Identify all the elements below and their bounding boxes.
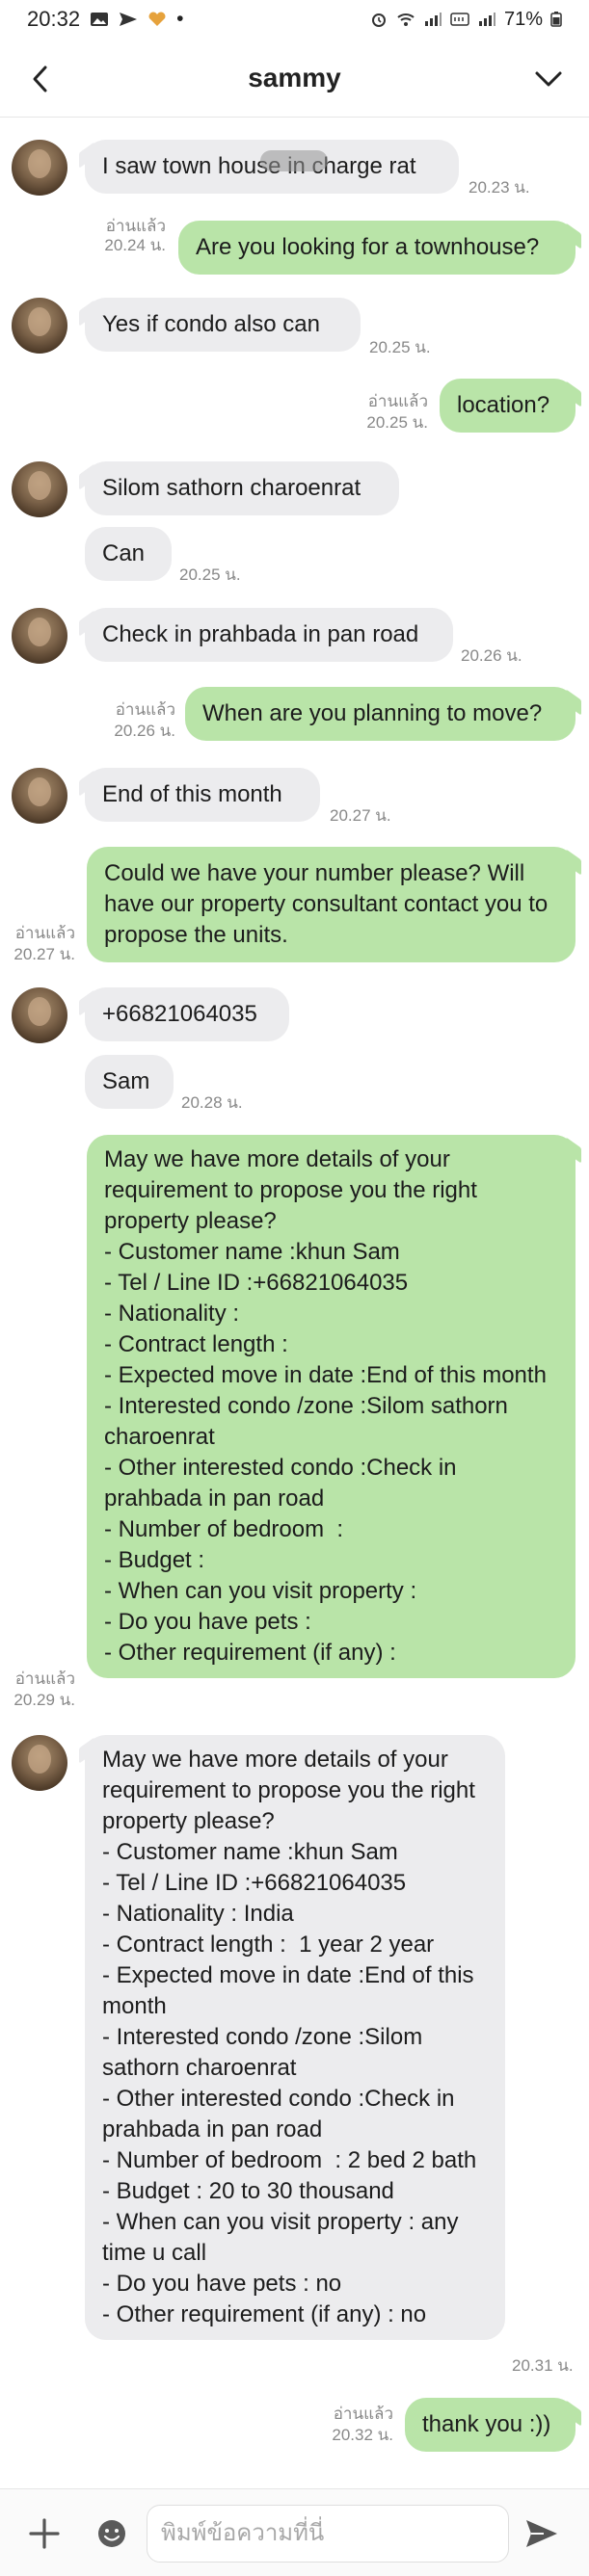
message-input-bar <box>0 2488 589 2576</box>
message-list[interactable]: I saw town house in charge rat 20.23 น. … <box>0 118 589 2488</box>
signal-icon <box>478 13 495 26</box>
avatar[interactable] <box>12 1735 67 1791</box>
read-receipt: อ่านแล้ว <box>105 217 166 235</box>
message-bubble-outgoing[interactable]: Are you looking for a townhouse? <box>178 221 576 275</box>
read-receipt: อ่านแล้ว <box>115 700 175 719</box>
read-receipt: อ่านแล้ว <box>14 1669 75 1688</box>
message-bubble-outgoing[interactable]: Could we have your number please? Will h… <box>87 847 576 962</box>
message-bubble-outgoing[interactable]: May we have more details of your require… <box>87 1135 576 1678</box>
message-bubble-outgoing[interactable]: location? <box>440 379 576 433</box>
message-bubble-incoming[interactable]: May we have more details of your require… <box>85 1735 505 2340</box>
message-time: 20.28 น. <box>181 1093 243 1112</box>
send-icon <box>120 13 138 26</box>
message-bubble-incoming[interactable]: End of this month <box>85 768 320 822</box>
status-time: 20:32 <box>27 7 81 31</box>
heart-icon <box>148 12 166 26</box>
battery-level: 71% <box>503 8 543 30</box>
scroll-indicator <box>260 150 328 171</box>
send-icon[interactable] <box>522 2516 561 2551</box>
message-bubble-incoming[interactable]: Sam <box>85 1055 174 1109</box>
read-receipt: อ่านแล้ว <box>333 2405 393 2423</box>
message-bubble-incoming[interactable]: Can <box>85 527 172 581</box>
wifi-icon <box>397 13 415 26</box>
message-time: 20.25 น. <box>369 338 431 356</box>
message-input[interactable] <box>147 2505 509 2563</box>
chat-header: sammy <box>0 39 589 118</box>
message-time: 20.25 น. <box>179 565 241 584</box>
gallery-icon <box>91 13 109 26</box>
message-time: 20.25 น. <box>366 413 428 432</box>
alarm-icon <box>371 13 386 27</box>
message-time: 20.29 น. <box>13 1691 75 1709</box>
message-bubble-incoming[interactable]: Silom sathorn charoenrat <box>85 461 399 515</box>
message-time: 20.32 น. <box>332 2426 393 2444</box>
chevron-left-icon <box>33 66 47 92</box>
menu-button[interactable] <box>529 60 568 98</box>
plus-icon[interactable] <box>27 2516 62 2551</box>
volte-icon <box>450 13 469 26</box>
message-bubble-outgoing[interactable]: When are you planning to move? <box>185 687 576 741</box>
message-time: 20.27 น. <box>13 945 75 963</box>
status-bar: 20:32 • 71% <box>0 0 589 39</box>
avatar[interactable] <box>12 140 67 196</box>
signal-icon <box>424 13 442 26</box>
message-bubble-incoming[interactable]: Check in prahbada in pan road <box>85 608 453 662</box>
back-button[interactable] <box>21 60 60 98</box>
battery-icon <box>550 12 562 27</box>
avatar[interactable] <box>12 987 67 1043</box>
avatar[interactable] <box>12 461 67 517</box>
chat-title: sammy <box>248 62 341 92</box>
read-receipt: อ่านแล้ว <box>367 392 428 410</box>
avatar[interactable] <box>12 298 67 354</box>
chevron-down-icon <box>535 71 562 87</box>
message-time: 20.26 น. <box>461 646 522 665</box>
message-bubble-incoming[interactable]: Yes if condo also can <box>85 298 361 352</box>
message-time: 20.31 น. <box>512 2356 574 2375</box>
message-time: 20.24 น. <box>104 236 166 254</box>
avatar[interactable] <box>12 768 67 824</box>
status-dot: • <box>176 8 184 30</box>
message-bubble-incoming[interactable]: +66821064035 <box>85 987 289 1041</box>
message-time: 20.23 น. <box>469 178 530 197</box>
avatar[interactable] <box>12 608 67 664</box>
message-time: 20.27 น. <box>330 806 391 825</box>
message-bubble-outgoing[interactable]: thank you :)) <box>405 2398 576 2452</box>
read-receipt: อ่านแล้ว <box>14 924 75 942</box>
message-time: 20.26 น. <box>114 722 175 740</box>
emoji-icon[interactable] <box>96 2518 127 2549</box>
